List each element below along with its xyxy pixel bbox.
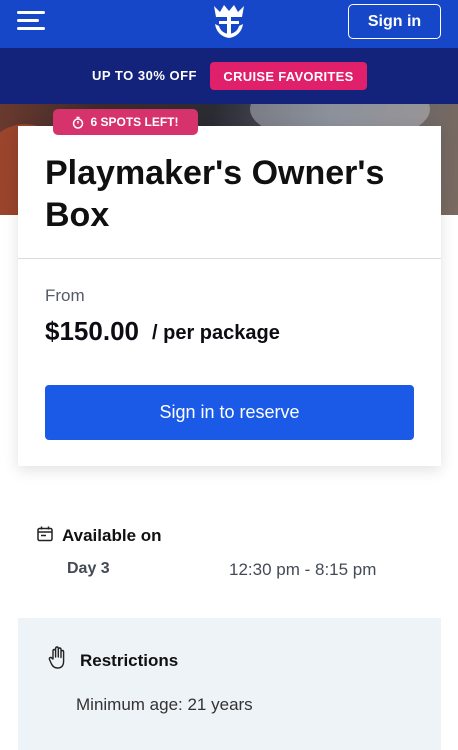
hamburger-menu-icon[interactable]: [17, 11, 45, 31]
restriction-min-age: Minimum age: 21 years: [76, 695, 253, 714]
hand-stop-icon: [48, 646, 65, 669]
top-navigation-bar: Sign in: [0, 0, 458, 48]
spots-left-badge: 6 SPOTS LEFT!: [53, 109, 198, 135]
card-divider: [18, 258, 441, 259]
promo-discount-text: UP TO 30% OFF: [92, 68, 197, 83]
calendar-icon: [37, 526, 53, 542]
crown-anchor-logo-icon[interactable]: [209, 2, 249, 40]
promo-banner: UP TO 30% OFF CRUISE FAVORITES: [0, 48, 458, 104]
cruise-favorites-tag[interactable]: CRUISE FAVORITES: [210, 62, 367, 90]
restrictions-panel: [18, 618, 441, 750]
timer-icon: [73, 116, 84, 129]
availability-time: 12:30 pm - 8:15 pm: [229, 560, 377, 579]
sign-in-to-reserve-button[interactable]: Sign in to reserve: [45, 385, 414, 440]
product-title: Playmaker's Owner's Box: [45, 154, 385, 234]
price-unit: / per package: [152, 322, 280, 344]
sign-in-button[interactable]: Sign in: [348, 4, 441, 39]
price-amount: $150.00: [45, 316, 139, 346]
available-on-heading: Available on: [62, 526, 162, 545]
spots-left-label: 6 SPOTS LEFT!: [90, 115, 179, 129]
availability-day: Day 3: [67, 560, 110, 577]
price-from-label: From: [45, 286, 85, 305]
restrictions-heading: Restrictions: [80, 651, 179, 670]
